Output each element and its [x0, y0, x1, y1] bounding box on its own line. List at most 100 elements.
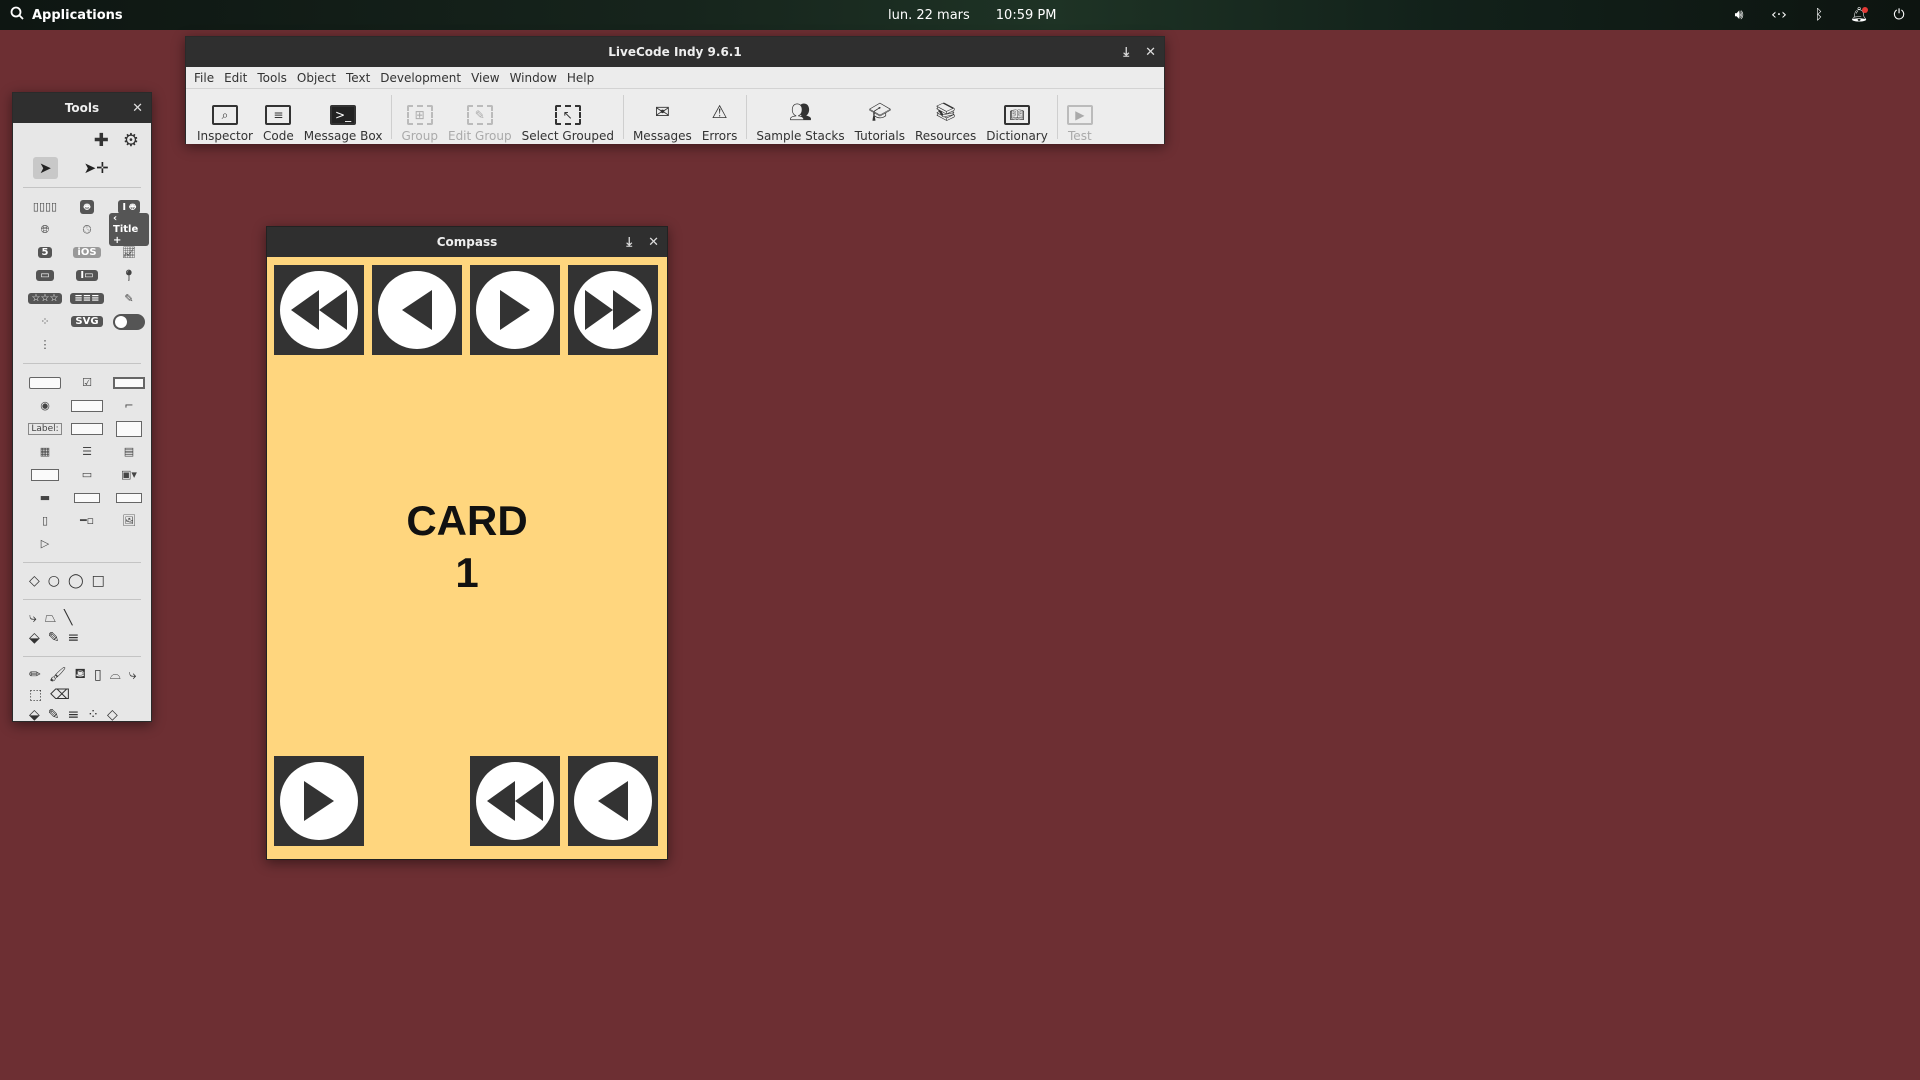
browse-tool-icon[interactable]: ➤: [33, 157, 58, 179]
menu-view[interactable]: View: [466, 71, 504, 85]
applications-menu[interactable]: Applications: [10, 0, 123, 30]
barcode-widget-icon[interactable]: ▯▯▯▯: [25, 196, 65, 217]
code-button[interactable]: ≡ Code: [258, 91, 299, 143]
eraser-tool-icon[interactable]: ⌫: [50, 687, 70, 703]
menu-object[interactable]: Object: [292, 71, 341, 85]
default-button-tool-icon[interactable]: [109, 372, 149, 393]
header-bar-widget[interactable]: ‹ Title +: [109, 213, 149, 246]
pulldown-menu-tool-icon[interactable]: ▬: [25, 487, 65, 508]
stroke-color-icon[interactable]: ✎: [48, 630, 60, 646]
add-icon[interactable]: ✚: [94, 130, 109, 151]
line-width-icon[interactable]: ≡: [68, 630, 80, 646]
inspector-button[interactable]: ⌕ Inspector: [192, 91, 258, 143]
group-button[interactable]: ⊞ Group: [396, 91, 443, 143]
polygon-tool-icon[interactable]: ⏢: [45, 610, 56, 626]
test-button[interactable]: ▶ Test: [1062, 91, 1098, 143]
ios-widget[interactable]: iOS: [67, 242, 107, 263]
marquee-select-icon[interactable]: ⬚: [29, 687, 42, 703]
bottom-play-button[interactable]: [274, 756, 364, 846]
clock-widget-icon[interactable]: 🕓︎: [67, 219, 107, 240]
menu-development[interactable]: Development: [375, 71, 466, 85]
tutorials-button[interactable]: 🎓︎ Tutorials: [850, 91, 910, 143]
select-grouped-button[interactable]: ↖ Select Grouped: [517, 91, 619, 143]
tab-panel-tool-icon[interactable]: ▭: [67, 464, 107, 485]
last-card-button[interactable]: [568, 265, 658, 355]
tree-view-widget-icon[interactable]: ⋮: [25, 334, 65, 355]
image-tool-icon[interactable]: 🖼︎: [109, 510, 149, 531]
list-field-tool-icon[interactable]: ☰: [67, 441, 107, 462]
next-card-button[interactable]: [470, 265, 560, 355]
menu-help[interactable]: Help: [562, 71, 599, 85]
gear-icon[interactable]: ⚙: [123, 130, 139, 151]
menu-text[interactable]: Text: [341, 71, 375, 85]
label-field-tool[interactable]: Label:: [25, 418, 65, 439]
errors-button[interactable]: ⚠ Errors: [697, 91, 743, 143]
clock[interactable]: lun. 22 mars 10:59 PM: [888, 0, 1056, 30]
previous-card-button[interactable]: [372, 265, 462, 355]
native-field-widget-icon[interactable]: I▭: [67, 265, 107, 286]
volume-icon[interactable]: 🔊︎: [1730, 7, 1748, 23]
slider-tool-icon[interactable]: ━▫: [67, 510, 107, 531]
line-graph-widget-icon[interactable]: 📈︎: [109, 242, 149, 263]
power-icon[interactable]: ⏻: [1890, 7, 1908, 23]
html5-widget-icon[interactable]: 5: [25, 242, 65, 263]
tab-button-tool-icon[interactable]: ⌐: [109, 395, 149, 416]
pencil-tool-icon[interactable]: ✏: [29, 667, 41, 683]
rectangle-shape-icon[interactable]: □: [92, 573, 105, 589]
circle-shape-icon[interactable]: ○: [48, 573, 60, 589]
minimize-icon[interactable]: ⤓: [626, 235, 632, 250]
spinner-widget-icon[interactable]: ⁘: [25, 311, 65, 332]
bottom-back-button[interactable]: [568, 756, 658, 846]
fill-color-icon[interactable]: ⬙: [29, 630, 40, 646]
menu-file[interactable]: File: [189, 71, 219, 85]
spray-shape-icon[interactable]: ◇: [107, 707, 118, 723]
main-window-titlebar[interactable]: LiveCode Indy 9.6.1 ⤓ ✕: [186, 37, 1164, 67]
map-pin-widget-icon[interactable]: 📍︎: [109, 265, 149, 286]
bucket-tool-icon[interactable]: ⛾: [75, 666, 86, 684]
magic-tool-icon[interactable]: ⤷: [129, 667, 137, 683]
popup-menu-tool-icon[interactable]: [67, 487, 107, 508]
line-tool-icon[interactable]: ╲: [64, 610, 72, 626]
messages-button[interactable]: ✉ Messages: [628, 91, 697, 143]
native-button-widget-icon[interactable]: ▭: [25, 265, 65, 286]
tools-titlebar[interactable]: Tools ✕: [13, 93, 151, 123]
spray-tool-icon[interactable]: ▯: [94, 667, 102, 683]
edit-tool-icon[interactable]: ➤✛: [84, 159, 109, 177]
oval-shape-icon[interactable]: ◯: [68, 573, 84, 589]
scrollbar-tool-icon[interactable]: ▯: [25, 510, 65, 531]
signature-widget-icon[interactable]: ✎: [109, 288, 149, 309]
compass-titlebar[interactable]: Compass ⤓ ✕: [267, 227, 667, 257]
android-button-widget-icon[interactable]: 🤖︎: [67, 196, 107, 217]
menu-tools[interactable]: Tools: [252, 71, 292, 85]
brush-shape-icon[interactable]: ⁘: [87, 707, 99, 723]
edit-group-button[interactable]: ✎ Edit Group: [443, 91, 517, 143]
push-button-tool-icon[interactable]: [25, 372, 65, 393]
paint-line-width-icon[interactable]: ≡: [68, 707, 80, 723]
message-box-button[interactable]: >_ Message Box: [299, 91, 388, 143]
diamond-shape-icon[interactable]: ◇: [29, 573, 40, 589]
checkbox-tool-icon[interactable]: ☑: [67, 372, 107, 393]
svg-widget[interactable]: SVG: [67, 311, 107, 332]
segmented-widget-icon[interactable]: ≡≡≡: [67, 288, 107, 309]
bluetooth-icon[interactable]: ᛒ: [1810, 7, 1828, 23]
close-icon[interactable]: ✕: [1145, 45, 1156, 60]
option-menu-tool-icon[interactable]: ▣▾: [109, 464, 149, 485]
paint-stroke-color-icon[interactable]: ✎: [48, 707, 60, 723]
minimize-icon[interactable]: ⤓: [1123, 45, 1129, 60]
player-tool-icon[interactable]: ▷: [25, 533, 65, 554]
progress-bar-tool-icon[interactable]: [109, 487, 149, 508]
bottom-rewind-button[interactable]: [470, 756, 560, 846]
menu-edit[interactable]: Edit: [219, 71, 252, 85]
table-field-tool-icon[interactable]: ▦: [25, 441, 65, 462]
rectangle-button-tool-icon[interactable]: [67, 395, 107, 416]
brush-tool-icon[interactable]: 🖌︎: [49, 667, 67, 683]
text-field-tool-icon[interactable]: [67, 418, 107, 439]
switch-widget-icon[interactable]: [109, 311, 149, 332]
rating-widget-icon[interactable]: ☆☆☆: [25, 288, 65, 309]
data-grid-tool-icon[interactable]: ▤: [109, 441, 149, 462]
paint-fill-color-icon[interactable]: ⬙: [29, 707, 40, 723]
scrolling-field-tool-icon[interactable]: [109, 418, 149, 439]
radio-button-tool-icon[interactable]: ◉: [25, 395, 65, 416]
browser-widget-icon[interactable]: 🌐︎: [25, 219, 65, 240]
first-card-button[interactable]: [274, 265, 364, 355]
